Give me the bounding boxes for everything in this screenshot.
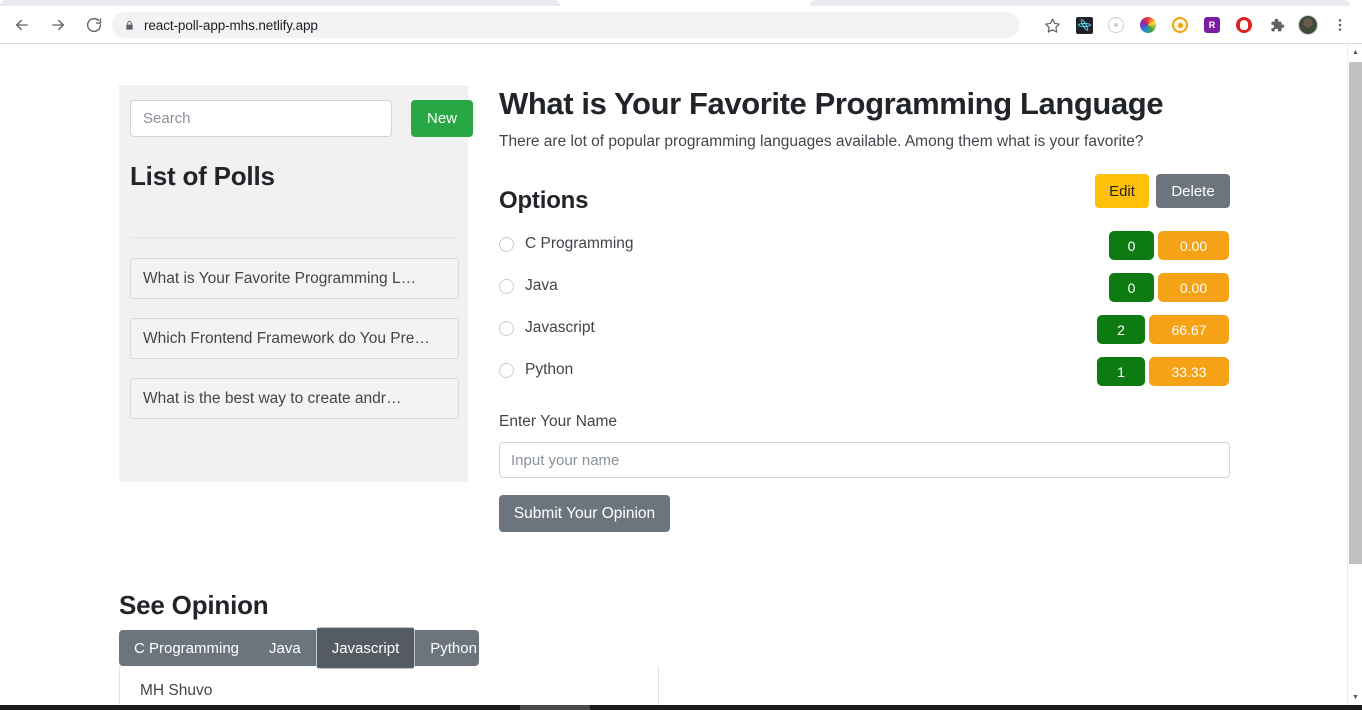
option-badges: 2 66.67 [1097, 315, 1229, 344]
see-opinion-section: See Opinion C Programming Java Javascrip… [119, 590, 659, 705]
list-item-label: Which Frontend Framework do You Pre… [143, 329, 430, 347]
option-row: Javascript 2 66.67 [499, 315, 1230, 357]
tab-java[interactable]: Java [254, 630, 316, 666]
list-item-label: What is Your Favorite Programming L… [143, 269, 417, 287]
vote-percent-badge: 0.00 [1158, 231, 1229, 260]
puzzle-icon[interactable] [1260, 11, 1292, 39]
scroll-thumb[interactable] [520, 705, 590, 710]
scroll-up-icon[interactable]: ▲ [1348, 45, 1362, 60]
avatar-icon[interactable] [1292, 11, 1324, 39]
option-row: Python 1 33.33 [499, 357, 1230, 399]
edit-button[interactable]: Edit [1095, 174, 1149, 208]
horizontal-scrollbar[interactable] [0, 705, 1362, 710]
submit-opinion-button[interactable]: Submit Your Opinion [499, 495, 670, 532]
tab-label: Javascript [331, 639, 400, 657]
option-badges: 0 0.00 [1109, 273, 1229, 302]
option-left: Javascript [499, 315, 595, 341]
tab-python[interactable]: Python [415, 630, 492, 666]
tab-label: Python [430, 639, 477, 657]
option-row: Java 0 0.00 [499, 273, 1230, 315]
star-icon[interactable] [1036, 11, 1068, 39]
scroll-thumb[interactable] [1349, 62, 1362, 564]
option-left: Java [499, 273, 558, 299]
radio-icon[interactable] [499, 362, 514, 378]
tab-label: Java [269, 639, 301, 657]
option-label: Javascript [525, 319, 595, 336]
opinion-panel: MH Shuvo [119, 666, 659, 705]
option-left: Python [499, 357, 573, 383]
vote-count-badge: 0 [1109, 273, 1154, 302]
option-badges: 0 0.00 [1109, 231, 1229, 260]
vote-count-badge: 0 [1109, 231, 1154, 260]
option-label: Java [525, 277, 558, 294]
orange-ring-icon[interactable] [1164, 11, 1196, 39]
page-title: What is Your Favorite Programming Langua… [499, 86, 1164, 121]
react-icon[interactable] [1068, 11, 1100, 39]
poll-list-heading: List of Polls [130, 161, 275, 191]
see-opinion-heading: See Opinion [119, 590, 269, 620]
tab-label: C Programming [134, 639, 240, 657]
list-item[interactable]: What is Your Favorite Programming L… [130, 258, 459, 299]
delete-button[interactable]: Delete [1156, 174, 1230, 208]
opinion-tabs: C Programming Java Javascript Python [119, 627, 479, 669]
vote-percent-badge: 33.33 [1149, 357, 1229, 386]
purple-r-icon[interactable]: R [1196, 11, 1228, 39]
vote-count-badge: 2 [1097, 315, 1145, 344]
radio-icon[interactable] [499, 278, 514, 294]
back-icon[interactable] [8, 11, 36, 39]
page-viewport: New List of Polls What is Your Favorite … [0, 45, 1347, 705]
new-poll-button[interactable]: New [411, 100, 473, 137]
vote-percent-badge: 66.67 [1149, 315, 1229, 344]
scroll-down-icon[interactable]: ▼ [1348, 690, 1362, 705]
search-row: New [130, 100, 473, 137]
browser-toolbar: react-poll-app-mhs.netlify.app R [0, 6, 1362, 44]
option-left: C Programming [499, 231, 634, 257]
camera-circle-icon[interactable] [1100, 11, 1132, 39]
toolbar-actions: R [1036, 11, 1356, 39]
url-text: react-poll-app-mhs.netlify.app [144, 17, 318, 33]
poll-items-list: What is Your Favorite Programming L… Whi… [130, 258, 459, 438]
vote-count-badge: 1 [1097, 357, 1145, 386]
option-label: Python [525, 361, 574, 378]
lock-icon [124, 19, 135, 32]
forward-icon[interactable] [44, 11, 72, 39]
poll-description: There are lot of popular programming lan… [499, 133, 1144, 150]
vote-percent-badge: 0.00 [1158, 273, 1229, 302]
option-badges: 1 33.33 [1097, 357, 1229, 386]
list-item[interactable]: What is the best way to create andr… [130, 378, 459, 419]
color-wheel-icon[interactable] [1132, 11, 1164, 39]
list-item: MH Shuvo [140, 682, 213, 699]
search-input[interactable] [130, 100, 392, 137]
list-item[interactable]: Which Frontend Framework do You Pre… [130, 318, 459, 359]
tab-javascript[interactable]: Javascript [315, 627, 416, 669]
omnibox[interactable]: react-poll-app-mhs.netlify.app [112, 12, 1020, 38]
options-heading: Options [499, 187, 589, 214]
option-label: C Programming [525, 235, 634, 252]
poll-detail: What is Your Favorite Programming Langua… [499, 85, 1230, 532]
adblock-icon[interactable] [1228, 11, 1260, 39]
radio-icon[interactable] [499, 236, 514, 252]
options-header: Options Edit Delete [499, 174, 1230, 229]
tab-c-programming[interactable]: C Programming [119, 630, 254, 666]
name-input[interactable] [499, 442, 1230, 478]
poll-list-panel: New List of Polls What is Your Favorite … [119, 85, 473, 482]
vertical-scrollbar[interactable]: ▲ ▼ [1347, 45, 1362, 705]
options-list: C Programming 0 0.00 Java 0 0.00 Javascr… [499, 231, 1230, 399]
divider [130, 237, 457, 238]
option-row: C Programming 0 0.00 [499, 231, 1230, 273]
list-item-label: What is the best way to create andr… [143, 389, 402, 407]
kebab-menu-icon[interactable] [1324, 11, 1356, 39]
name-label: Enter Your Name [499, 413, 618, 430]
reload-icon[interactable] [80, 11, 108, 39]
radio-icon[interactable] [499, 320, 514, 336]
